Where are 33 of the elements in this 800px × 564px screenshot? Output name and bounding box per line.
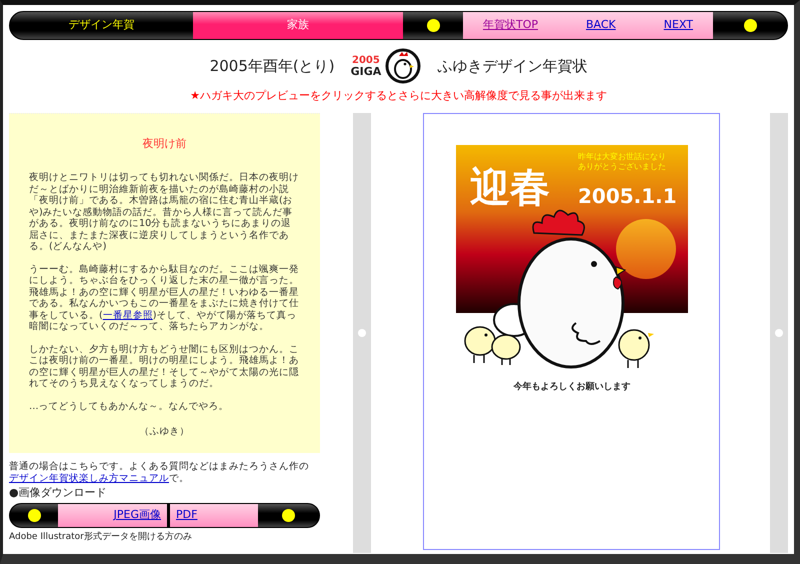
nav-link[interactable]: BACK <box>586 17 616 34</box>
notice-text: ★ハガキ大のプレビューをクリックするとさらに大きい高解像度で見る事が出来ます <box>189 88 608 104</box>
note-text: 普通の場合はこちらです。よくある質問などはまみたろうさん作の デザイン年賀状楽しみ方マニュアルで。 <box>9 460 310 484</box>
essay-paragraph: うーーむ。島崎藤村にするから駄目なのだ。ここは颯爽一発にしよう。ちゃぶ台をひっくり返した末の星一徹が言った。飛雄馬よ！あの空に輝く明星が巨人の星だ！いわゆる一番星である。私なんかいつもこの一番星をまぶたに焼き付けて仕事をしている。(一番星参照)そして、やがて陽が落ちて真っ暗闇になっていくのだ～って、落ちたらアカンがな。 <box>29 264 300 332</box>
essay-paragraph: …ってどうしてもあかんな～。なんでやろ。 <box>29 400 230 412</box>
manual-link[interactable]: デザイン年賀状楽しみ方マニュアル <box>9 472 169 484</box>
closing-text: 今年もよろしくお願いします <box>513 382 630 392</box>
rooster-logo-icon <box>385 48 422 84</box>
essay-paragraph: 夜明けとニワトリは切っても切れない関係だ。日本の夜明けだ～とばかりに明治維新前夜を描いたのが島崎藤村の小説「夜明け前」である。木曽路は馬籠の宿に住む青山半蔵(おや)みたいな感動物語の話だ。昔から人様に言って読んだ事がある。夜明け前なのに10分も読まないうちにあまりの退屈さに、またまた深夜に逆戻りしてしまうという名作である。(どんなんや) <box>29 172 300 252</box>
dot-icon <box>28 509 40 522</box>
card-message: 昨年は大変お世話になり ありがとうございました <box>578 152 666 170</box>
card-date: 2005.1.1 <box>578 184 676 208</box>
download-heading: ●画像ダウンロード <box>9 484 108 500</box>
nav-link[interactable]: NEXT <box>664 17 694 34</box>
nav-title: デザイン年賀 <box>68 17 136 34</box>
link[interactable]: 一番星参照 <box>102 310 153 320</box>
nav-section-tab[interactable]: 家族 <box>193 12 403 39</box>
sun-drawing <box>616 218 676 278</box>
signature: （ふゆき） <box>138 426 190 438</box>
nav-link[interactable]: 年賀状TOP <box>482 17 538 34</box>
logo-text: GIGA <box>350 66 382 77</box>
page-heading: 2005年酉年(とり) <box>210 56 335 77</box>
download-note: Adobe Illustrator形式データを開ける方のみ <box>9 531 193 544</box>
dot-icon <box>282 509 295 522</box>
logo-year: 2005 <box>352 55 380 66</box>
site-title: ふゆきデザイン年賀状 <box>437 56 588 77</box>
greeting-text: 迎春 <box>470 164 550 210</box>
essay-title: 夜明け前 <box>142 136 188 152</box>
postcard-preview[interactable]: 迎春 昨年は大変お世話になり ありがとうございました 2005.1.1 今年もよろしくお願いします <box>423 112 720 550</box>
dot-icon <box>426 19 440 32</box>
download-link[interactable]: PDF <box>176 507 198 524</box>
essay-paragraph: しかたない、夕方も明け方もどうせ闇にも区別はつかん。ここは夜明け前の一番星。明けの明星にしよう。飛雄馬よ！あの空に輝く明星が巨人の星だ！そして～やがて太陽の光に隠れてそのうち見えなくなってしまうのだ。 <box>29 344 300 390</box>
dot-icon <box>744 19 756 32</box>
